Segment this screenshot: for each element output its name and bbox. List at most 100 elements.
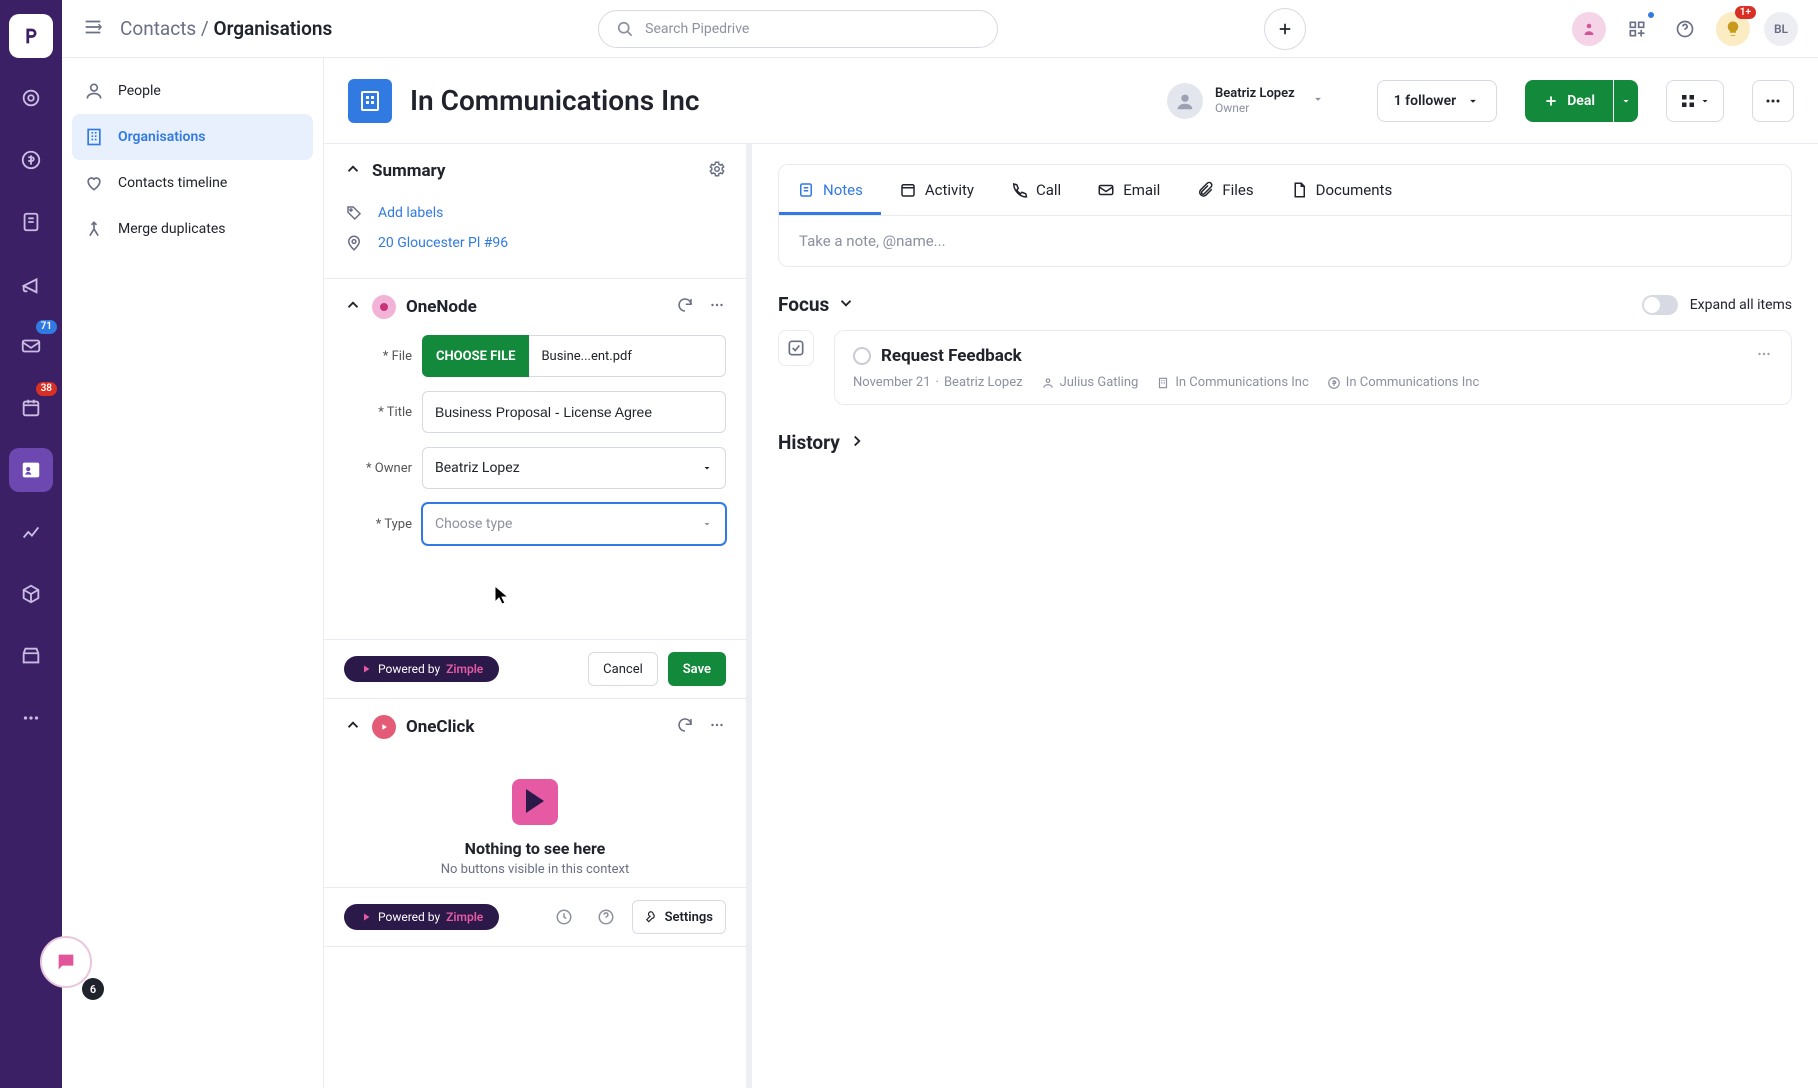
sidebar-item-timeline[interactable]: Contacts timeline: [72, 160, 313, 206]
settings-button[interactable]: Settings: [632, 900, 726, 934]
sidebar-item-label: Contacts timeline: [118, 175, 227, 191]
powered-by-text: Powered by: [378, 662, 440, 676]
panel-title: OneNode: [406, 297, 477, 317]
chat-fab[interactable]: [40, 936, 92, 988]
collapse-panel-icon[interactable]: [344, 296, 362, 318]
nav-projects[interactable]: [9, 200, 53, 244]
tab-email[interactable]: Email: [1079, 165, 1178, 215]
sidebar-item-people[interactable]: People: [72, 68, 313, 114]
history-section-head: History: [778, 431, 1792, 454]
tab-label: Documents: [1316, 181, 1393, 199]
task-org-2: In Communications Inc: [1327, 375, 1479, 390]
breadcrumb: Contacts / Organisations: [120, 17, 332, 40]
tab-call[interactable]: Call: [992, 165, 1079, 215]
search-input[interactable]: Search Pipedrive: [598, 10, 998, 48]
nav-deals[interactable]: [9, 138, 53, 182]
breadcrumb-parent[interactable]: Contacts: [120, 17, 196, 40]
refresh-icon[interactable]: [676, 716, 694, 738]
cancel-button[interactable]: Cancel: [588, 652, 658, 686]
apps-notification-dot: [1646, 10, 1656, 20]
section-title: Focus: [778, 293, 829, 316]
sidebar-item-organisations[interactable]: Organisations: [72, 114, 313, 160]
refresh-icon[interactable]: [676, 296, 694, 318]
help-icon[interactable]: [1668, 12, 1702, 46]
quick-add-button[interactable]: [1264, 8, 1306, 50]
layout-button[interactable]: [1666, 80, 1724, 122]
nav-contacts[interactable]: [9, 448, 53, 492]
apps-icon[interactable]: [1620, 12, 1654, 46]
choose-file-button[interactable]: CHOOSE FILE: [422, 335, 529, 377]
collapse-panel-icon[interactable]: [344, 160, 362, 182]
zimple-brand: Zimple: [446, 910, 483, 924]
expand-toggle[interactable]: [1642, 295, 1678, 315]
title-input[interactable]: [422, 391, 726, 433]
type-dropdown[interactable]: Choose type: [422, 503, 726, 545]
panel-more-icon[interactable]: [708, 716, 726, 738]
nav-leads[interactable]: [9, 76, 53, 120]
nav-marketplace[interactable]: [9, 634, 53, 678]
owner-name: Beatriz Lopez: [1215, 86, 1295, 101]
nav-inbox[interactable]: 71: [9, 324, 53, 368]
add-deal-button[interactable]: Deal: [1525, 80, 1613, 122]
panel-more-icon[interactable]: [708, 296, 726, 318]
followers-button[interactable]: 1 follower: [1377, 80, 1497, 122]
empty-state-image: [512, 779, 558, 825]
tab-files[interactable]: Files: [1178, 165, 1271, 215]
app-logo[interactable]: [9, 14, 53, 58]
section-chevron-icon[interactable]: [837, 294, 855, 316]
nav-products[interactable]: [9, 572, 53, 616]
sidebar-item-label: Merge duplicates: [118, 221, 225, 237]
note-input[interactable]: Take a note, @name...: [779, 215, 1791, 266]
owner-dropdown[interactable]: Beatriz Lopez: [422, 447, 726, 489]
compose-tabs: Notes Activity Call Email Files Document…: [778, 164, 1792, 267]
activities-badge: 38: [36, 382, 57, 396]
user-avatar[interactable]: BL: [1764, 12, 1798, 46]
save-button[interactable]: Save: [668, 652, 726, 686]
tab-activity[interactable]: Activity: [881, 165, 992, 215]
panel-title: OneClick: [406, 717, 475, 737]
owner-dropdown-icon[interactable]: [1307, 88, 1329, 114]
section-chevron-icon[interactable]: [848, 432, 866, 454]
tag-icon: [344, 204, 364, 222]
title-label: * Title: [344, 405, 422, 420]
tab-label: Email: [1123, 181, 1160, 199]
sales-assistant-icon[interactable]: 1+: [1716, 12, 1750, 46]
tab-notes[interactable]: Notes: [779, 165, 881, 215]
referral-icon[interactable]: [1572, 12, 1606, 46]
sidebar-item-merge[interactable]: Merge duplicates: [72, 206, 313, 252]
nav-more[interactable]: [9, 696, 53, 740]
collapse-panel-icon[interactable]: [344, 716, 362, 738]
settings-label: Settings: [665, 910, 713, 925]
nav-activities[interactable]: 38: [9, 386, 53, 430]
address-link[interactable]: 20 Gloucester Pl #96: [378, 235, 508, 251]
assistant-badge: 1+: [1735, 6, 1756, 19]
panel-title: Summary: [372, 161, 445, 181]
panel-settings-icon[interactable]: [708, 160, 726, 182]
powered-by-text: Powered by: [378, 910, 440, 924]
nav-campaigns[interactable]: [9, 262, 53, 306]
file-name-display: Busine...ent.pdf: [529, 335, 726, 377]
more-actions-button[interactable]: [1752, 80, 1794, 122]
collapse-sidebar-icon[interactable]: [82, 16, 104, 42]
tab-documents[interactable]: Documents: [1272, 165, 1411, 215]
chat-fab-count: 6: [82, 978, 104, 1000]
nav-rail: 71 38 6: [0, 0, 62, 1088]
powered-by-badge: Powered by Zimple: [344, 904, 499, 930]
merge-icon: [84, 219, 104, 239]
task-more-icon[interactable]: [1755, 345, 1773, 367]
main-area: In Communications Inc Beatriz Lopez Owne…: [324, 58, 1818, 1088]
panel-history-icon[interactable]: [548, 901, 580, 933]
panel-help-icon[interactable]: [590, 901, 622, 933]
tab-label: Activity: [925, 181, 974, 199]
chevron-down-icon: [1466, 94, 1480, 108]
tab-label: Notes: [823, 181, 863, 199]
inbox-badge: 71: [36, 320, 57, 334]
deal-dropdown-button[interactable]: [1614, 80, 1638, 122]
add-labels-link[interactable]: Add labels: [378, 205, 443, 221]
tab-label: Call: [1036, 181, 1061, 199]
building-icon: [84, 127, 104, 147]
chevron-down-icon: [1699, 95, 1711, 107]
complete-checkbox[interactable]: [853, 347, 871, 365]
task-title[interactable]: Request Feedback: [881, 346, 1022, 366]
nav-insights[interactable]: [9, 510, 53, 554]
